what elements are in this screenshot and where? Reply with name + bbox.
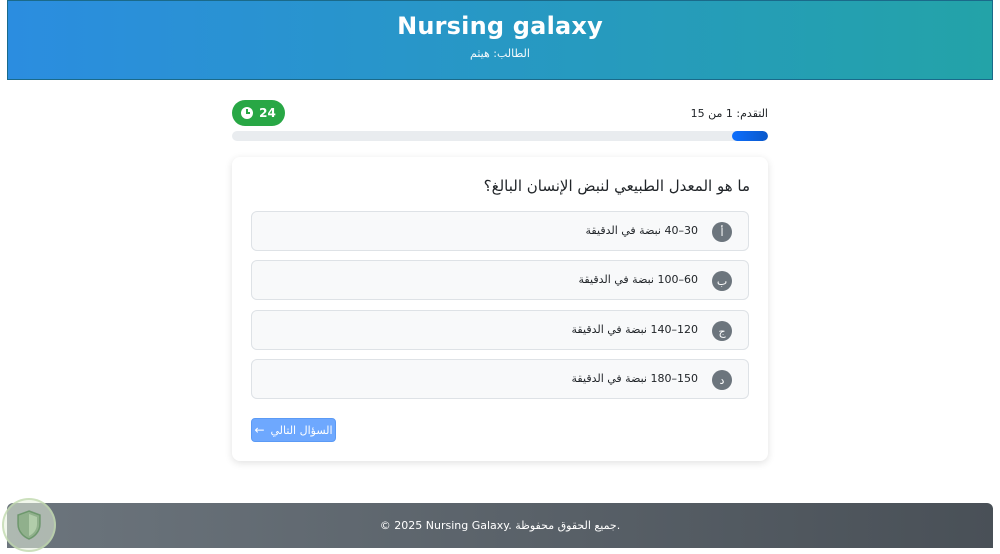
next-question-button[interactable]: السؤال التالي ←	[251, 418, 336, 442]
option-letter: أ	[712, 222, 732, 242]
option-b[interactable]: ب 60–100 نبضة في الدقيقة	[251, 260, 749, 300]
option-d[interactable]: د 150–180 نبضة في الدقيقة	[251, 359, 749, 399]
next-question-label: السؤال التالي	[270, 423, 333, 437]
progress-fill	[732, 131, 768, 141]
option-text: 120–140 نبضة في الدقيقة	[571, 323, 698, 336]
question-text: ما هو المعدل الطبيعي لنبض الإنسان البالغ…	[483, 177, 750, 195]
progress-bar	[232, 131, 768, 141]
timer-badge: 24	[232, 100, 285, 126]
option-letter: ج	[712, 321, 732, 341]
app-title: Nursing galaxy	[397, 12, 603, 40]
option-text: 150–180 نبضة في الدقيقة	[571, 372, 698, 385]
option-letter: د	[712, 370, 732, 390]
shield-logo-icon	[2, 498, 56, 552]
progress-label: التقدم: 1 من 15	[690, 107, 768, 120]
arrow-left-icon: ←	[254, 423, 265, 437]
timer-value: 24	[259, 106, 276, 120]
copyright-text: © 2025 Nursing Galaxy. جميع الحقوق محفوظ…	[379, 519, 621, 532]
student-name: الطالب: هيثم	[470, 47, 530, 60]
quiz-page: Nursing galaxy الطالب: هيثم 24 التقدم: 1…	[0, 0, 1000, 554]
footer: © 2025 Nursing Galaxy. جميع الحقوق محفوظ…	[7, 503, 993, 548]
option-text: 30–40 نبضة في الدقيقة	[585, 224, 698, 237]
question-card: ما هو المعدل الطبيعي لنبض الإنسان البالغ…	[232, 157, 768, 461]
option-c[interactable]: ج 120–140 نبضة في الدقيقة	[251, 310, 749, 350]
app-header: Nursing galaxy الطالب: هيثم	[7, 0, 993, 80]
clock-icon	[241, 107, 254, 119]
option-letter: ب	[712, 271, 732, 291]
option-text: 60–100 نبضة في الدقيقة	[578, 273, 698, 286]
option-a[interactable]: أ 30–40 نبضة في الدقيقة	[251, 211, 749, 251]
